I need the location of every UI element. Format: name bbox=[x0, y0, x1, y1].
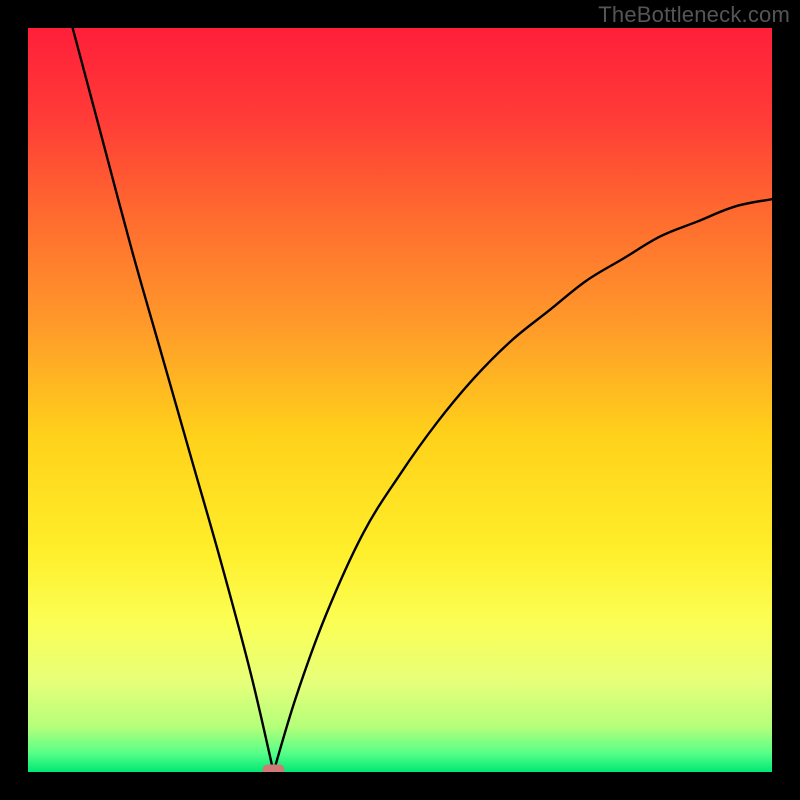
chart-svg bbox=[28, 28, 772, 772]
minimum-marker bbox=[263, 765, 285, 773]
watermark-text: TheBottleneck.com bbox=[598, 2, 790, 28]
chart-frame: TheBottleneck.com bbox=[0, 0, 800, 800]
plot-area bbox=[28, 28, 772, 772]
gradient-background bbox=[28, 28, 772, 772]
